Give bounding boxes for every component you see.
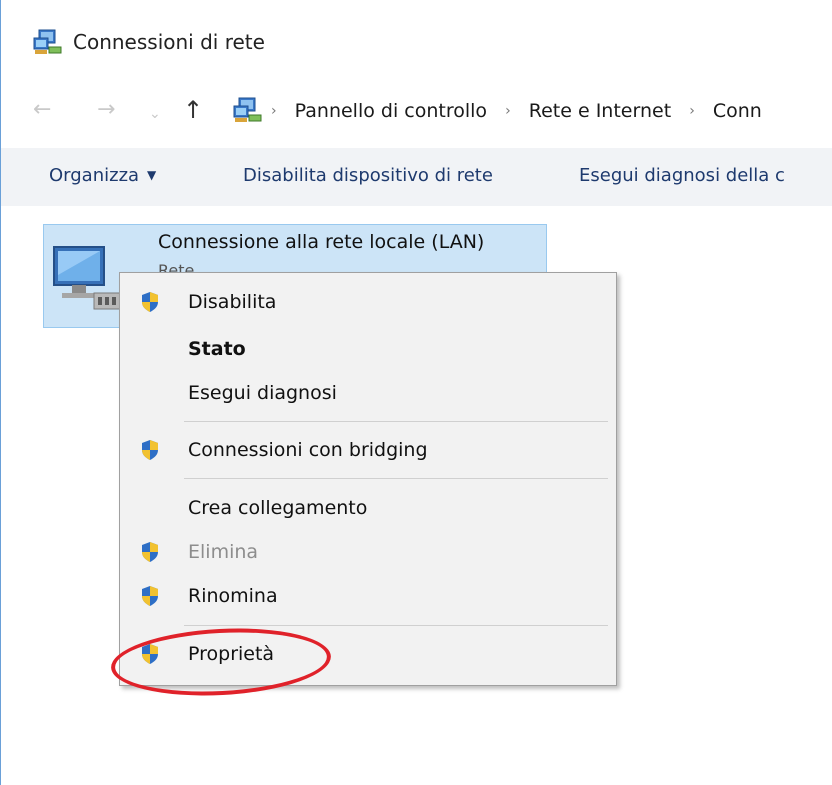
disable-device-button[interactable]: Disabilita dispositivo di rete [243,165,493,186]
menu-separator [184,421,608,422]
menu-item-disable[interactable]: Disabilita [120,283,616,323]
address-row: ← → ⌄ ↑ › Pannello di controllo › Rete e… [1,86,832,142]
uac-shield-icon [140,643,160,669]
diagnose-connection-button[interactable]: Esegui diagnosi della c [579,165,785,186]
network-connections-window: Connessioni di rete ← → ⌄ ↑ › Pannello d… [0,0,832,785]
breadcrumb-item-network-connections[interactable]: Conn [713,100,762,122]
chevron-down-icon[interactable]: ⌄ [149,102,161,126]
network-adapter-icon [50,235,130,319]
breadcrumb-item-control-panel[interactable]: Pannello di controllo [295,100,487,122]
menu-item-status[interactable]: Stato [120,330,616,370]
caret-down-icon: ▼ [147,168,157,182]
menu-item-label: Proprietà [188,643,275,665]
menu-item-rename[interactable]: Rinomina [120,577,616,617]
menu-item-label: Crea collegamento [188,497,368,519]
menu-item-delete[interactable]: Elimina [120,533,616,573]
uac-shield-icon [140,291,160,317]
menu-item-label: Disabilita [188,291,277,313]
menu-item-label: Stato [188,338,246,360]
title-bar: Connessioni di rete [1,0,832,80]
menu-separator [184,478,608,479]
menu-item-diagnose[interactable]: Esegui diagnosi [120,374,616,414]
uac-shield-icon [140,585,160,611]
breadcrumb: › Pannello di controllo › Rete e Interne… [271,100,762,122]
connection-name: Connessione alla rete locale (LAN) [158,231,485,253]
organize-button[interactable]: Organizza ▼ [49,165,156,186]
arrow-up-icon[interactable]: ↑ [183,96,203,124]
uac-shield-icon [140,541,160,567]
menu-item-create-shortcut[interactable]: Crea collegamento [120,489,616,529]
menu-item-label: Rinomina [188,585,278,607]
menu-item-label: Connessioni con bridging [188,439,428,461]
breadcrumb-item-network-internet[interactable]: Rete e Internet [529,100,671,122]
menu-item-properties[interactable]: Proprietà [120,635,616,675]
arrow-left-icon[interactable]: ← [33,98,51,122]
context-menu: Disabilita Stato Esegui diagnosi Conness… [119,272,617,686]
menu-separator [184,625,608,626]
command-bar: Organizza ▼ Disabilita dispositivo di ret… [1,148,832,206]
network-connections-icon [33,28,63,60]
menu-item-label: Elimina [188,541,259,563]
control-panel-icon [233,96,263,128]
menu-item-bridge-connections[interactable]: Connessioni con bridging [120,431,616,471]
chevron-right-icon[interactable]: › [689,103,695,119]
uac-shield-icon [140,439,160,465]
arrow-right-icon[interactable]: → [97,98,115,122]
organize-label: Organizza [49,165,140,186]
chevron-right-icon[interactable]: › [271,103,277,119]
chevron-right-icon[interactable]: › [505,103,511,119]
window-title: Connessioni di rete [73,30,265,54]
menu-item-label: Esegui diagnosi [188,382,337,404]
